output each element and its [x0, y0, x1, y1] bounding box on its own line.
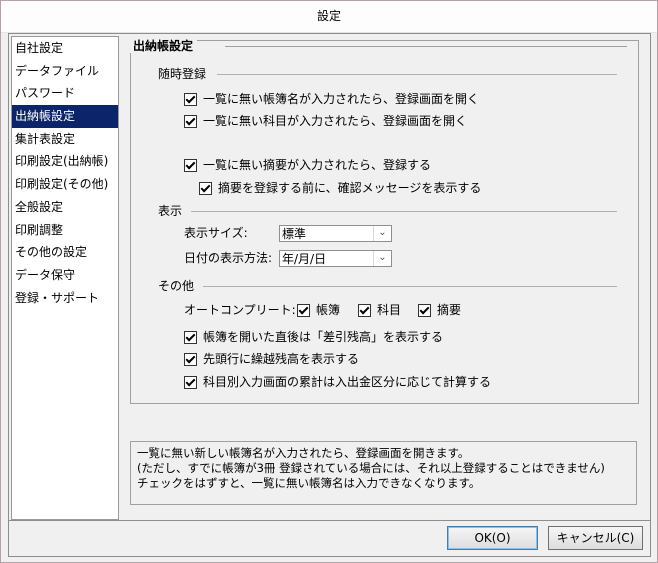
checkbox-row[interactable]: 摘要を登録する前に、確認メッセージを表示する: [199, 181, 481, 195]
checkbox-confirm-summary[interactable]: [199, 181, 212, 195]
checkbox-row[interactable]: 科目: [358, 303, 401, 317]
sidebar-item-print-adjust[interactable]: 印刷調整: [12, 219, 118, 242]
checkbox-row[interactable]: 帳簿: [297, 303, 340, 317]
description-line: (ただし、すでに帳簿が3冊 登録されている場合には、それ以上登録することはできま…: [137, 461, 605, 475]
chevron-down-icon: ⌄: [373, 251, 391, 266]
checkbox-row[interactable]: 一覧に無い摘要が入力されたら、登録する: [184, 158, 431, 172]
sidebar-item-summary[interactable]: 集計表設定: [12, 128, 118, 151]
autocomplete-label: オートコンプリート:: [184, 303, 296, 317]
sidebar-item-company[interactable]: 自社設定: [12, 37, 118, 60]
checkbox-label: 帳簿: [316, 303, 341, 317]
size-label: 表示サイズ:: [184, 226, 248, 240]
settings-window: 設定 自社設定 データファイル パスワード 出納帳設定 集計表設定 印刷設定(出…: [0, 0, 658, 563]
settings-category-list[interactable]: 自社設定 データファイル パスワード 出納帳設定 集計表設定 印刷設定(出納帳)…: [11, 36, 119, 520]
checkbox-label: 摘要を登録する前に、確認メッセージを表示する: [218, 181, 482, 195]
section-other-label: その他: [158, 279, 199, 293]
checkbox-label: 一覧に無い帳簿名が入力されたら、登録画面を開く: [203, 92, 480, 106]
checkbox-row[interactable]: 先頭行に繰越残高を表示する: [184, 352, 359, 366]
checkbox-ac-book[interactable]: [297, 303, 310, 317]
divider: [203, 286, 617, 287]
sidebar-item-data-file[interactable]: データファイル: [12, 60, 118, 83]
checkbox-row[interactable]: 科目別入力画面の累計は入出金区分に応じて計算する: [184, 375, 491, 389]
dialog-client: 自社設定 データファイル パスワード 出納帳設定 集計表設定 印刷設定(出納帳)…: [8, 33, 651, 557]
sidebar-item-print-cashbook[interactable]: 印刷設定(出納帳): [12, 150, 118, 173]
description-line: チェックをはずすと、一覧に無い帳簿名は入力できなくなります。: [137, 476, 481, 490]
checkbox-label: 摘要: [437, 303, 462, 317]
sidebar-item-support[interactable]: 登録・サポート: [12, 287, 118, 310]
date-format-select[interactable]: 年/月/日 ⌄: [279, 250, 392, 267]
chevron-down-icon: ⌄: [373, 226, 391, 241]
checkbox-row[interactable]: 一覧に無い帳簿名が入力されたら、登録画面を開く: [184, 92, 479, 106]
divider: [191, 211, 617, 212]
ok-button[interactable]: OK(O): [447, 526, 538, 550]
checkbox-new-account[interactable]: [184, 114, 197, 128]
sidebar-item-other[interactable]: その他の設定: [12, 241, 118, 264]
checkbox-row[interactable]: 摘要: [418, 303, 461, 317]
sidebar-item-maintenance[interactable]: データ保守: [12, 264, 118, 287]
checkbox-show-balance[interactable]: [184, 330, 197, 344]
checkbox-label: 科目: [377, 303, 402, 317]
checkbox-ac-account[interactable]: [358, 303, 371, 317]
sidebar-item-cashbook[interactable]: 出納帳設定: [12, 105, 118, 128]
checkbox-row[interactable]: 一覧に無い科目が入力されたら、登録画面を開く: [184, 114, 467, 128]
checkbox-label: 先頭行に繰越残高を表示する: [203, 352, 360, 366]
window-title: 設定: [1, 1, 657, 33]
checkbox-label: 科目別入力画面の累計は入出金区分に応じて計算する: [203, 375, 492, 389]
divider: [225, 46, 627, 47]
checkbox-row[interactable]: 帳簿を開いた直後は「差引残高」を表示する: [184, 330, 443, 344]
checkbox-new-book[interactable]: [184, 92, 197, 106]
description-box: 一覧に無い新しい帳簿名が入力されたら、登録画面を開きます。 (ただし、すでに帳簿…: [130, 441, 637, 505]
checkbox-new-summary[interactable]: [184, 158, 197, 172]
checkbox-label: 一覧に無い科目が入力されたら、登録画面を開く: [203, 114, 468, 128]
date-format-label: 日付の表示方法:: [184, 251, 273, 265]
sidebar-item-general[interactable]: 全般設定: [12, 196, 118, 219]
sidebar-item-password[interactable]: パスワード: [12, 82, 118, 105]
cancel-button[interactable]: キャンセル(C): [548, 526, 643, 550]
select-value: 標準: [282, 227, 307, 241]
checkbox-label: 一覧に無い摘要が入力されたら、登録する: [203, 158, 432, 172]
select-value: 年/月/日: [282, 252, 327, 266]
checkbox-carryover[interactable]: [184, 352, 197, 366]
cashbook-settings-group: 出納帳設定 随時登録 一覧に無い帳簿名が入力されたら、登録画面を開く 一覧に無い…: [129, 39, 639, 404]
panel-title: 出納帳設定: [129, 39, 198, 53]
section-auto-register-label: 随時登録: [158, 67, 211, 81]
checkbox-cumulative[interactable]: [184, 375, 197, 389]
checkbox-label: 帳簿を開いた直後は「差引残高」を表示する: [203, 330, 444, 344]
display-size-select[interactable]: 標準 ⌄: [279, 225, 392, 242]
divider: [9, 520, 650, 521]
divider: [217, 74, 617, 75]
sidebar-item-print-other[interactable]: 印刷設定(その他): [12, 173, 118, 196]
section-display-label: 表示: [158, 204, 187, 218]
description-line: 一覧に無い新しい帳簿名が入力されたら、登録画面を開きます。: [137, 446, 470, 460]
checkbox-ac-summary[interactable]: [418, 303, 431, 317]
